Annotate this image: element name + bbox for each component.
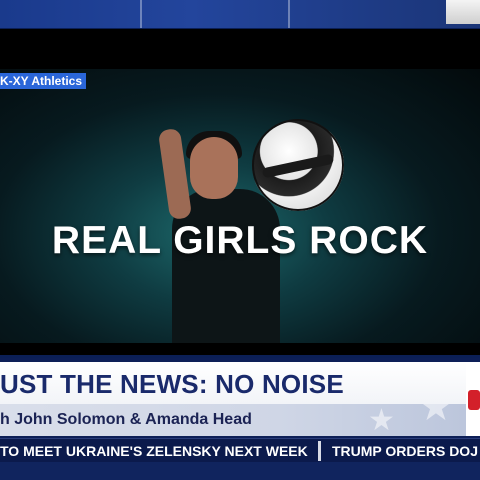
hosts-bar: h John Solomon & Amanda Head ★ ★ — [0, 404, 466, 436]
star-icon: ★ — [368, 404, 395, 436]
ticker-separator — [318, 441, 321, 461]
news-ticker: TO MEET UKRAINE'S ZELENSKY NEXT WEEK TRU… — [0, 438, 480, 463]
athlete-head — [190, 137, 238, 199]
ticker-item: TO MEET UKRAINE'S ZELENSKY NEXT WEEK — [0, 443, 308, 459]
source-tag: K-XY Athletics — [0, 73, 87, 89]
corner-graphic — [446, 0, 480, 24]
bottom-band — [0, 462, 480, 480]
band-divider — [288, 0, 290, 28]
network-logo-icon — [468, 390, 480, 410]
athlete-arm — [157, 127, 193, 221]
band-divider — [140, 0, 142, 28]
network-logo — [466, 362, 480, 436]
video-headline: REAL GIRLS ROCK — [51, 219, 429, 262]
star-icon: ★ — [418, 404, 454, 429]
hosts-line: h John Solomon & Amanda Head — [0, 411, 252, 428]
ticker-item: TRUMP ORDERS DOJ — [332, 443, 478, 459]
top-graphic-band — [0, 0, 480, 28]
show-title-bar: UST THE NEWS: NO NOISE — [0, 362, 466, 404]
show-title: UST THE NEWS: NO NOISE — [0, 369, 344, 399]
video-frame: REAL GIRLS ROCK K-XY Athletics — [0, 29, 480, 355]
video-scene: REAL GIRLS ROCK — [0, 69, 480, 343]
